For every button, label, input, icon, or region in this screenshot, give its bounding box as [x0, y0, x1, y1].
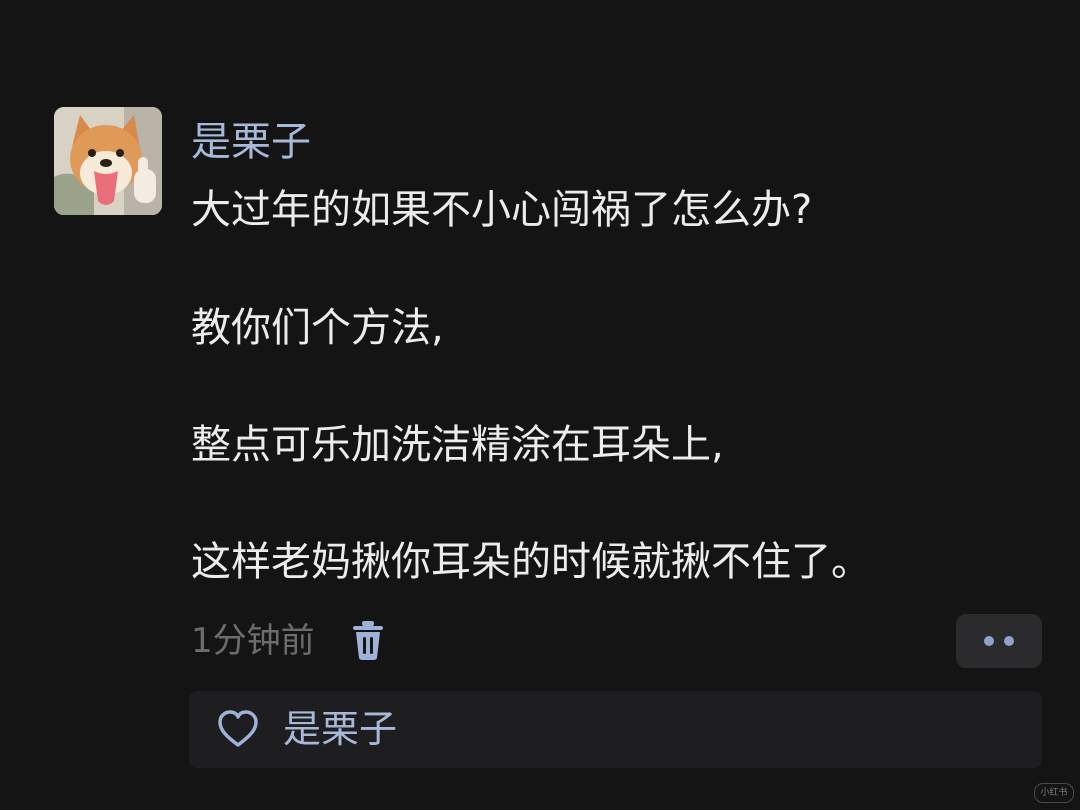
more-options-button[interactable]	[956, 614, 1042, 668]
likes-panel: 是栗子	[189, 691, 1042, 768]
heart-icon[interactable]	[217, 710, 259, 748]
more-dots-icon	[1004, 636, 1014, 646]
liked-by-user-name[interactable]: 是栗子	[283, 701, 397, 757]
comment-author-name[interactable]: 是栗子	[191, 112, 311, 172]
comment-text-line-3: 整点可乐加洗洁精涂在耳朵上,	[191, 422, 724, 468]
watermark-logo: 小红书	[1034, 783, 1074, 803]
comment-text-line-2: 教你们个方法,	[191, 305, 444, 351]
comment-timestamp: 1分钟前	[191, 621, 315, 661]
shiba-dog-avatar-image	[54, 107, 162, 215]
comment-text-line-1: 大过年的如果不小心闯祸了怎么办?	[191, 187, 813, 233]
trash-icon[interactable]	[350, 620, 386, 660]
avatar[interactable]	[54, 107, 162, 215]
comment-text-line-4: 这样老妈揪你耳朵的时候就揪不住了。	[191, 539, 871, 585]
more-dots-icon	[984, 636, 994, 646]
